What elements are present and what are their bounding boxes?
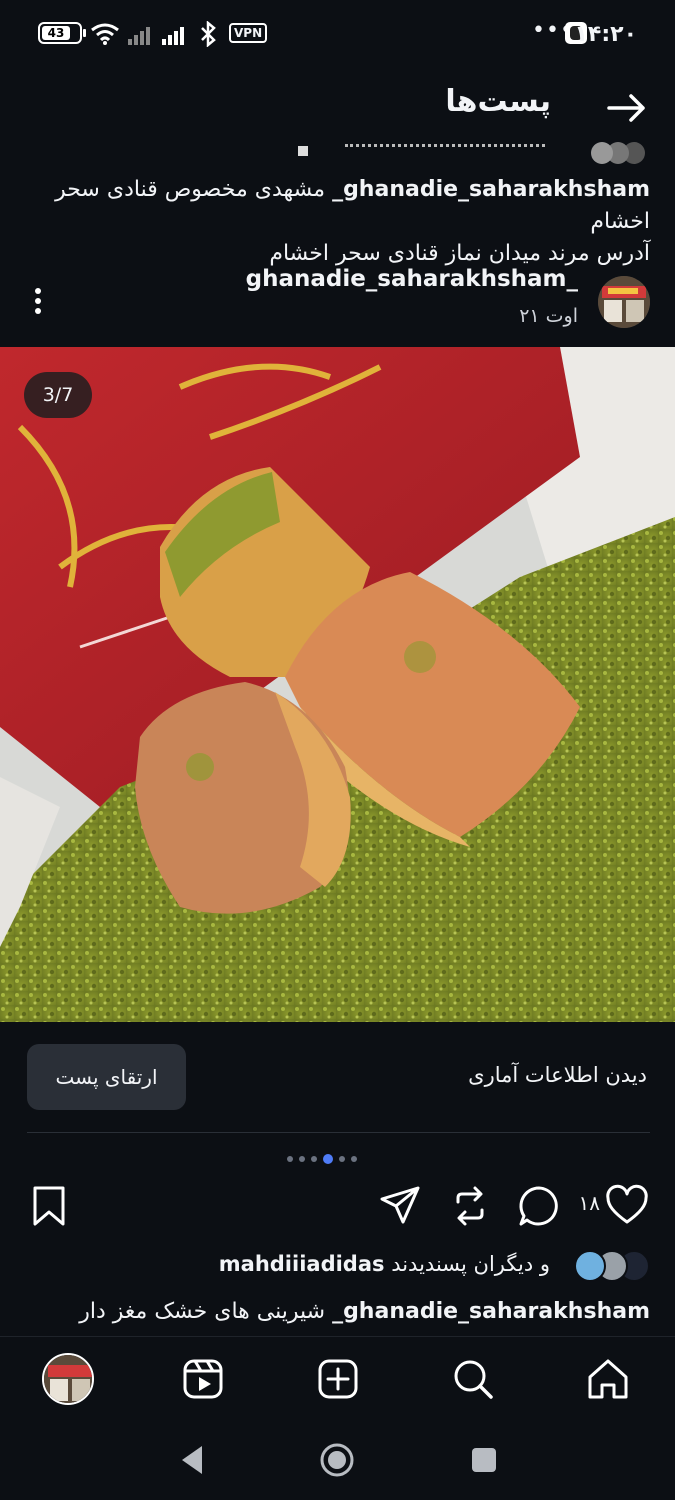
previous-post-caption: ghanadie_saharakhsham_ مشهدی مخصوص قنادی…	[20, 174, 650, 270]
signal-icon-2	[162, 27, 184, 45]
signal-icon-1	[128, 27, 150, 45]
carousel-dot	[351, 1156, 357, 1162]
carousel-indicator	[287, 1153, 377, 1165]
system-home-icon[interactable]	[319, 1442, 355, 1478]
plus-square-icon[interactable]	[316, 1357, 360, 1401]
bluetooth-icon	[201, 21, 216, 47]
likes-text: و دیگران پسندیدند mahdiiiadidas	[219, 1252, 550, 1276]
view-insights-link[interactable]: دیدن اطلاعات آماری	[468, 1063, 647, 1087]
avatar[interactable]	[598, 276, 650, 328]
avatar	[574, 1250, 606, 1282]
repost-icon[interactable]	[448, 1184, 492, 1228]
post-date: ۲۱ اوت	[519, 305, 578, 327]
home-icon[interactable]	[586, 1357, 630, 1401]
reels-icon[interactable]	[181, 1357, 225, 1401]
likes-summary[interactable]: و دیگران پسندیدند mahdiiiadidas	[10, 1250, 650, 1284]
liker-avatars	[570, 1250, 650, 1284]
status-bar: 43 VPN ••• ۱۴:۲۰	[0, 0, 675, 70]
wifi-icon	[91, 23, 119, 45]
bookmark-icon[interactable]	[27, 1184, 71, 1228]
boost-post-button[interactable]: ارتقای پست	[27, 1044, 186, 1110]
clock: ۱۴:۲۰	[574, 22, 637, 47]
bottom-nav	[0, 1336, 675, 1426]
post-image[interactable]	[0, 347, 675, 1022]
post-caption: ghanadie_saharakhsham_ شیرینی های خشک مغ…	[20, 1297, 650, 1327]
caption-username[interactable]: ghanadie_saharakhsham_	[332, 177, 650, 202]
carousel-dot	[323, 1154, 333, 1164]
caption-line-2: آدرس مرند میدان نماز قنادی سحر اخشام	[269, 241, 650, 266]
heart-icon[interactable]	[605, 1184, 649, 1228]
vpn-badge: VPN	[229, 23, 268, 43]
page-title: پست‌ها	[445, 84, 551, 119]
carousel-dot	[311, 1156, 317, 1162]
liker-username[interactable]: mahdiiiadidas	[219, 1252, 385, 1276]
system-navigation-bar	[0, 1426, 675, 1500]
divider	[27, 1132, 650, 1133]
likes-prefix: و دیگران پسندیدند	[391, 1252, 550, 1276]
system-back-icon[interactable]	[178, 1444, 206, 1476]
profile-avatar[interactable]	[42, 1353, 94, 1405]
arrow-right-icon[interactable]	[607, 92, 647, 124]
caption-username[interactable]: ghanadie_saharakhsham_	[332, 1299, 650, 1324]
search-icon[interactable]	[451, 1357, 495, 1401]
battery-level: 43	[42, 26, 70, 40]
post-username[interactable]: ghanadie_saharakhsham_	[246, 266, 578, 292]
comment-icon[interactable]	[517, 1184, 561, 1228]
like-count[interactable]: ۱۸	[579, 1191, 600, 1215]
send-icon[interactable]	[378, 1184, 422, 1228]
previous-likes-row-partial	[0, 138, 675, 164]
kebab-menu-icon[interactable]	[28, 286, 48, 320]
image-counter: 3/7	[24, 372, 92, 418]
carousel-dot	[299, 1156, 305, 1162]
carousel-dot	[339, 1156, 345, 1162]
carousel-dot	[287, 1156, 293, 1162]
battery-icon: 43	[38, 22, 86, 44]
caption-text: شیرینی های خشک مغز دار	[79, 1299, 326, 1324]
system-recents-icon[interactable]	[471, 1447, 497, 1473]
